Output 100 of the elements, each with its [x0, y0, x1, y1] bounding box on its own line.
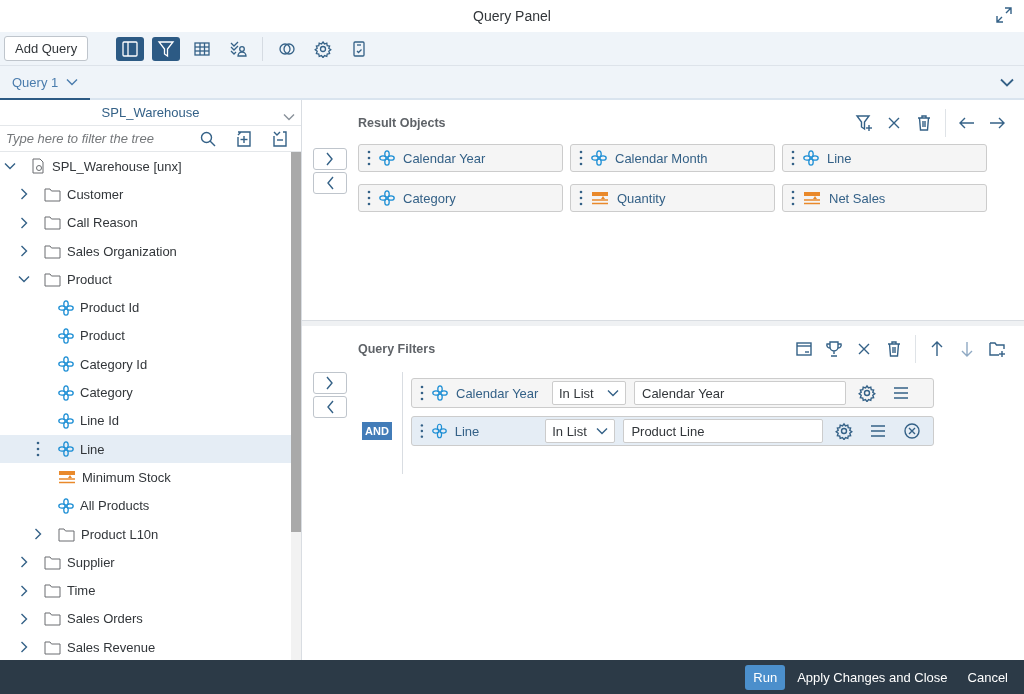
chevron-right-icon — [20, 188, 28, 201]
section-title: Result Objects — [358, 116, 447, 130]
filter-field-name: Calendar Year — [456, 385, 540, 401]
chevron-down-icon — [283, 113, 295, 121]
result-object-chip[interactable]: Net Sales — [782, 184, 987, 212]
filter-icon[interactable] — [152, 36, 181, 61]
tree-item[interactable]: Minimum Stock — [0, 463, 291, 492]
drag-handle-icon — [420, 423, 424, 439]
dimension-icon — [58, 441, 74, 458]
chevron-left-icon — [325, 400, 335, 414]
drag-handle-icon — [579, 190, 583, 206]
filter-field-name: Line — [454, 423, 481, 439]
folder-icon — [44, 583, 61, 599]
tree-item[interactable]: Sales Revenue — [0, 633, 291, 662]
chevron-right-icon — [20, 612, 28, 625]
tree-item[interactable]: Customer — [0, 180, 291, 209]
drag-handle-icon — [36, 441, 40, 458]
folder-icon — [44, 186, 61, 202]
move-right-button[interactable] — [313, 148, 347, 170]
dimension-icon — [431, 423, 447, 439]
operator-badge[interactable]: AND — [362, 422, 392, 440]
filter-row[interactable]: Line In List Product Line — [411, 416, 934, 446]
filter-row[interactable]: Calendar Year In List Calendar Year — [411, 378, 934, 408]
fullscreen-icon — [996, 7, 1012, 23]
drag-handle-icon — [579, 150, 583, 166]
result-object-chip[interactable]: Category — [358, 184, 563, 212]
result-object-chip[interactable]: Line — [782, 144, 987, 172]
dimension-icon — [591, 150, 607, 166]
folder-icon — [44, 554, 61, 570]
tree-item[interactable]: Category Id — [0, 350, 291, 379]
dimension-icon — [803, 150, 819, 166]
operator-dropdown[interactable]: In List — [545, 419, 616, 443]
tree-item[interactable]: All Products — [0, 491, 291, 520]
result-object-chip[interactable]: Calendar Month — [570, 144, 775, 172]
dimension-icon — [58, 299, 74, 316]
ruler-icon — [58, 470, 76, 485]
drag-handle-icon — [791, 190, 795, 206]
drag-handle-icon — [367, 150, 371, 166]
tree-item[interactable]: Sales Organization — [0, 236, 291, 266]
drag-handle-icon — [367, 190, 371, 206]
tree-item[interactable]: Line Id — [0, 406, 291, 435]
tree-item[interactable]: Product L10n — [0, 519, 291, 549]
folder-icon — [58, 526, 75, 542]
tree-item[interactable]: Sales Orders — [0, 604, 291, 634]
folder-icon — [44, 639, 61, 655]
folder-icon — [44, 611, 61, 627]
filter-value-field[interactable]: Product Line — [623, 419, 823, 443]
ruler-icon — [803, 191, 821, 205]
tree-filter-field[interactable]: Type here to filter the tree — [6, 131, 187, 146]
chevron-down-icon — [18, 275, 30, 284]
folder-icon — [44, 243, 61, 259]
chevron-down-icon — [1000, 77, 1014, 87]
chevron-right-icon — [325, 376, 335, 390]
ruler-icon — [591, 191, 609, 205]
tree-item[interactable]: Line — [0, 434, 291, 464]
footer-button[interactable]: Apply Changes and Close — [789, 664, 956, 690]
tree-item[interactable]: Time — [0, 576, 291, 605]
chevron-right-icon — [34, 528, 42, 540]
move-left-button[interactable] — [313, 172, 347, 194]
chevron-left-icon — [325, 176, 335, 190]
chevron-right-icon — [325, 152, 335, 166]
tree-item[interactable]: Product Id — [0, 293, 291, 322]
filter-value-field[interactable]: Calendar Year — [634, 381, 846, 405]
dimension-icon — [379, 190, 395, 206]
chevron-right-icon — [20, 556, 28, 569]
tree-item[interactable]: Call Reason — [0, 208, 291, 237]
drag-handle-icon — [420, 385, 424, 401]
folder-icon — [44, 215, 61, 231]
dimension-icon — [58, 412, 74, 429]
chevron-right-icon — [20, 216, 28, 229]
dimension-icon — [58, 356, 74, 373]
chevron-right-icon — [20, 641, 28, 654]
dimension-icon — [432, 385, 448, 401]
add-query-button[interactable]: Add Query — [4, 36, 89, 61]
operator-dropdown[interactable]: In List — [552, 381, 626, 405]
window-title: Query Panel — [473, 8, 551, 24]
move-right-button[interactable] — [313, 372, 347, 394]
tree-item[interactable]: Product — [0, 265, 291, 294]
tree-item[interactable]: Product — [0, 321, 291, 351]
chevron-down-icon — [596, 427, 609, 435]
tree-item[interactable]: Category — [0, 378, 291, 407]
panel-icon[interactable] — [116, 36, 145, 61]
tree-item[interactable]: SPL_Warehouse [unx] — [0, 152, 291, 181]
universe-icon — [30, 158, 46, 175]
dimension-icon — [379, 150, 395, 166]
folder-icon — [44, 271, 61, 287]
move-left-button[interactable] — [313, 396, 347, 418]
section-title: Query Filters — [358, 342, 437, 356]
chevron-right-icon — [20, 245, 28, 258]
dimension-icon — [58, 327, 74, 344]
result-object-chip[interactable]: Quantity — [570, 184, 775, 212]
chevron-right-icon — [20, 584, 28, 597]
result-object-chip[interactable]: Calendar Year — [358, 144, 563, 172]
drag-handle-icon — [791, 150, 795, 166]
dimension-icon — [58, 497, 74, 514]
chevron-down-icon — [607, 389, 619, 397]
dimension-icon — [58, 384, 74, 401]
scrollbar[interactable] — [291, 152, 301, 660]
footer-button[interactable]: Cancel — [959, 664, 1016, 690]
tree-item[interactable]: Supplier — [0, 548, 291, 577]
